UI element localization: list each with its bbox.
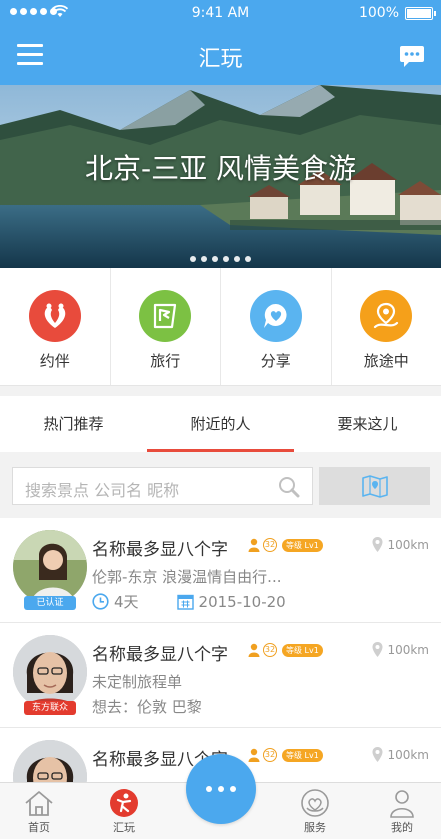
level-badge: 等级 Lv1 [282,643,323,657]
nav-service[interactable]: 服务 [285,787,345,835]
service-icon [301,789,329,817]
distance: 100km [372,642,429,657]
feature-companion[interactable]: 约伴 [0,268,111,385]
person-meta: 32 等级 Lv1 [248,643,323,657]
banner-caption: 北京-三亚 风情美食游 [84,152,356,185]
trip-wish: 想去：伦敦 巴黎 [92,698,202,716]
nav-home[interactable]: 首页 [9,787,69,835]
carousel-indicator [0,256,441,262]
clock-icon [92,593,109,610]
person-name: 名称最多显八个字 [92,540,228,560]
battery-icon [405,7,436,20]
chat-bubble-icon[interactable] [399,43,425,69]
search-placeholder: 搜索景点 公司名 昵称 [25,481,180,500]
location-pin-icon [372,642,383,657]
avatar [13,530,87,604]
location-pin-icon [372,747,383,762]
nav-mine[interactable]: 我的 [372,787,432,835]
trip-days: 4天 [114,593,139,611]
nav-label: 首页 [28,821,50,834]
trip-title: 伦郭-东京 浪漫温情自由行... [92,568,282,586]
nav-label: 我的 [391,821,413,834]
more-dot [218,786,224,792]
status-bar: 9:41 AM 100% [0,0,441,27]
list-item[interactable]: 已认证 名称最多显八个字 32 等级 Lv1 100km 伦郭-东京 浪漫温情自… [0,518,441,623]
trip-title: 未定制旅程单 [92,673,183,691]
distance-text: 100km [387,642,429,657]
tab-hot-recommend[interactable]: 热门推荐 [0,396,147,452]
feature-label: 旅行 [150,352,181,370]
tab-coming-here[interactable]: 要来这儿 [294,396,441,452]
calendar-icon [176,594,194,610]
nav-huiwan[interactable]: 汇玩 [94,787,154,835]
location-pin-icon [372,537,383,552]
more-dot [230,786,236,792]
person-icon [248,538,260,552]
tab-nearby-people[interactable]: 附近的人 [147,396,294,452]
more-actions-button[interactable] [186,754,256,824]
feature-label: 约伴 [39,352,70,370]
page-title: 汇玩 [198,47,243,72]
feature-share[interactable]: 分享 [221,268,332,385]
trip-details: 4天 2015-10-20 [92,591,324,612]
feature-label: 分享 [260,352,291,370]
battery-percent: 100% [358,5,399,21]
distance: 100km [372,537,429,552]
feature-on-the-road[interactable]: 旅途中 [332,268,441,385]
feature-label: 旅途中 [363,352,409,370]
level-badge: 等级 Lv1 [282,538,323,552]
map-view-button[interactable] [319,467,430,505]
map-icon [361,475,388,498]
nav-label: 汇玩 [113,821,135,834]
person-icon [248,748,260,762]
trip-date: 2015-10-20 [198,592,286,611]
flag-map-icon [139,290,192,342]
home-icon [25,791,53,816]
banner-carousel[interactable]: 北京-三亚 风情美食游 [0,85,441,268]
search-row: 搜索景点 公司名 昵称 [0,452,441,518]
companion-icon [28,290,81,342]
org-badge: 东方联众 [24,701,76,715]
search-icon[interactable] [278,476,300,498]
distance: 100km [372,747,429,762]
nav-label: 服务 [304,821,326,834]
route-pin-icon [360,290,413,342]
avatar [13,635,87,709]
list-item[interactable]: 东方联众 名称最多显八个字 32 等级 Lv1 100km 未定制旅程单 想去：… [0,623,441,728]
heart-bubble-icon [249,290,302,342]
huiwan-logo-icon [110,789,138,817]
distance-text: 100km [387,747,429,762]
feature-travel[interactable]: 旅行 [111,268,221,385]
person-meta: 32 等级 Lv1 [248,538,323,552]
age-badge: 32 [263,748,277,762]
distance-text: 100km [387,537,429,552]
verified-badge: 已认证 [24,596,76,610]
tab-bar: 热门推荐 附近的人 要来这儿 [0,396,441,452]
age-badge: 32 [263,538,277,552]
more-dot [206,786,212,792]
search-input[interactable]: 搜索景点 公司名 昵称 [12,467,313,505]
person-icon [248,643,260,657]
level-badge: 等级 Lv1 [282,748,323,762]
person-meta: 32 等级 Lv1 [248,748,323,762]
person-name: 名称最多显八个字 [92,645,228,665]
profile-icon [390,790,414,818]
top-nav-bar: 汇玩 [0,27,441,85]
feature-grid: 约伴 旅行 分享 旅途中 [0,268,441,386]
age-badge: 32 [263,643,277,657]
